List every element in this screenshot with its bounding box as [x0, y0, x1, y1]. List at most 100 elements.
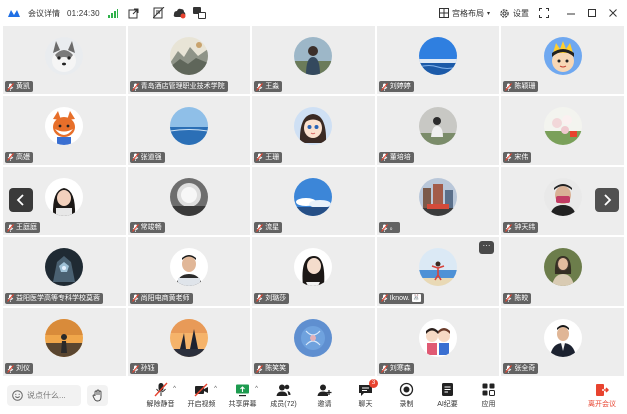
ai-label: AI纪要: [437, 401, 458, 408]
participant-tile[interactable]: 高嫚: [3, 96, 126, 165]
participant-tile[interactable]: 王珊: [252, 96, 375, 165]
participant-tile[interactable]: 刘璐莎: [252, 237, 375, 306]
participant-nametag: 张全奇: [503, 363, 539, 374]
participant-nametag: 益阳医学高等专科学校莫蓉: [5, 292, 103, 304]
participant-tile[interactable]: 常竣畅: [127, 166, 251, 236]
maximize-icon[interactable]: [586, 7, 598, 19]
participant-tile[interactable]: 黄凯: [3, 26, 126, 95]
ai-button[interactable]: AI纪要: [427, 380, 468, 412]
chevron-right-icon: [604, 194, 612, 206]
mic-muted-icon: [256, 364, 264, 373]
participant-tile[interactable]: 王淼: [252, 26, 375, 95]
mic-muted-icon: [7, 83, 14, 91]
avatar: [45, 107, 84, 146]
mic-muted-icon: [380, 153, 388, 162]
participant-name: 陈皎: [514, 294, 529, 302]
more-options-icon[interactable]: ···: [479, 241, 494, 254]
chevron-up-icon[interactable]: ^: [214, 386, 217, 392]
previous-page-button[interactable]: [9, 188, 33, 212]
minimize-icon[interactable]: [565, 7, 577, 19]
participant-tile[interactable]: 陈笑笑: [252, 307, 375, 376]
participant-name: 陈笑笑: [265, 365, 287, 372]
emoji-icon: [12, 390, 23, 401]
participant-nametag: 刘寒森: [378, 363, 414, 374]
ai-notes-icon: [440, 382, 455, 397]
participant-nametag: 青岛酒店管理职业技术学院: [129, 81, 228, 93]
meeting-details-link[interactable]: 会议详情: [28, 8, 60, 19]
mic-muted-icon: [153, 382, 168, 397]
meeting-timer: 01:24:30: [67, 8, 100, 18]
participant-tile[interactable]: 陈皎: [501, 237, 624, 306]
participant-tile[interactable]: 。: [376, 166, 500, 236]
invite-button[interactable]: 邀请: [304, 380, 345, 412]
participant-tile[interactable]: 青岛酒店管理职业技术学院: [127, 26, 251, 95]
chevron-up-icon[interactable]: ^: [173, 386, 176, 392]
participant-name: 常竣畅: [140, 224, 162, 232]
raise-hand-button[interactable]: [87, 385, 108, 406]
mic-muted-icon: [7, 364, 14, 373]
record-label: 录制: [399, 401, 414, 408]
cloud-recording-icon[interactable]: [173, 7, 186, 20]
close-icon[interactable]: [607, 7, 619, 19]
participant-nametag: 刘璐莎: [254, 292, 290, 304]
mute-button[interactable]: ^ 解除静音: [140, 380, 181, 412]
popout-icon[interactable]: [127, 7, 140, 20]
participant-nametag: 陈笑笑: [254, 363, 290, 374]
participant-tile[interactable]: 陈颖珊: [501, 26, 624, 95]
mic-muted-icon: [505, 83, 513, 91]
participant-nametag: 陈颖珊: [503, 81, 539, 93]
participant-tile[interactable]: 刘寒森: [376, 307, 500, 376]
participant-tile[interactable]: 张全奇: [501, 307, 624, 376]
interpretation-icon[interactable]: [192, 7, 206, 20]
participant-name: 孙钰: [140, 365, 155, 372]
participant-tile[interactable]: 孙钰: [127, 307, 251, 376]
avatar: [419, 37, 458, 76]
participant-tile[interactable]: 益阳医学高等专科学校莫蓉: [3, 237, 126, 306]
leave-meeting-button[interactable]: 离开会议: [584, 380, 620, 412]
next-page-button[interactable]: [595, 188, 619, 212]
mic-muted-icon: [380, 364, 388, 373]
participant-nametag: 钟天纬: [503, 222, 539, 234]
quick-chat-input[interactable]: 说点什么...: [7, 385, 81, 406]
avatar: [45, 318, 84, 357]
meeting-tools: ^ 解除静音 ^ 开启视频 ^ 共享屏幕 成员(72) 邀请 3 聊天 录制 AI纪要 应用: [140, 379, 509, 412]
participant-nametag: 尚阳电商黄老师: [129, 292, 193, 304]
participant-nametag: 孙钰: [129, 363, 158, 374]
settings-button[interactable]: 设置: [499, 8, 529, 19]
participant-tile[interactable]: 流星: [252, 166, 375, 236]
mic-muted-icon: [7, 223, 14, 232]
fullscreen-icon[interactable]: [538, 7, 550, 19]
mic-muted-icon: [256, 223, 264, 232]
participant-tile[interactable]: 刘仪: [3, 307, 126, 376]
participant-nametag: 王庭庭: [5, 222, 40, 234]
mic-muted-icon: [380, 223, 388, 232]
invite-icon: [317, 382, 332, 397]
chat-button[interactable]: 3 聊天: [345, 379, 386, 412]
status-badge: 🐰: [411, 294, 422, 303]
share-button[interactable]: ^ 共享屏幕: [222, 380, 263, 412]
participant-tile[interactable]: 刘婷婷: [376, 26, 500, 95]
record-button[interactable]: 录制: [386, 380, 427, 412]
signal-strength-icon[interactable]: [107, 7, 120, 20]
apps-button[interactable]: 应用: [468, 380, 509, 412]
chevron-up-icon[interactable]: ^: [255, 386, 258, 392]
bottom-toolbar: 说点什么... ^ 解除静音 ^ 开启视频 ^ 共享屏幕 成员(72) 邀请 3 聊天 录制 AI纪要…: [0, 376, 627, 414]
participant-nametag: 高嫚: [5, 151, 33, 163]
participant-tile[interactable]: 张道强: [127, 96, 251, 165]
edit-disabled-icon[interactable]: [153, 7, 166, 20]
avatar: [294, 177, 333, 216]
grid-layout-icon: [438, 8, 449, 18]
participant-tile[interactable]: 董培培: [376, 96, 500, 165]
members-button[interactable]: 成员(72): [263, 380, 304, 412]
participant-tile[interactable]: 宋伟: [501, 96, 624, 165]
participant-nametag: Iknow. 🐰: [378, 292, 425, 304]
participant-tile[interactable]: 尚阳电商黄老师: [127, 237, 251, 306]
hand-icon: [92, 389, 101, 402]
avatar: [294, 37, 333, 76]
mic-muted-icon: [131, 223, 139, 232]
video-button[interactable]: ^ 开启视频: [181, 380, 222, 412]
mic-muted-icon: [505, 294, 513, 303]
avatar: [419, 248, 458, 287]
mic-muted-icon: [7, 153, 14, 162]
grid-layout-button[interactable]: 宫格布局 ▾: [438, 8, 490, 19]
